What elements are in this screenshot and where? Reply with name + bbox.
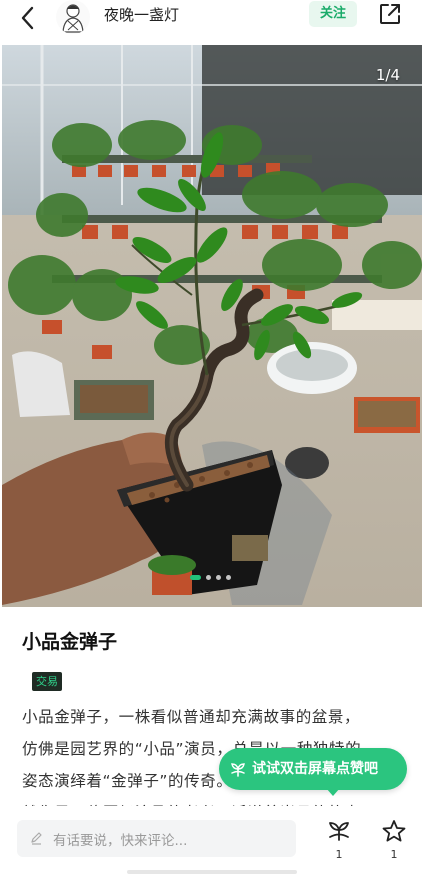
carousel-dot-active[interactable] bbox=[190, 574, 201, 580]
follow-button[interactable]: 关注 bbox=[309, 1, 357, 27]
carousel-dot[interactable] bbox=[216, 574, 221, 580]
carousel-dots bbox=[190, 573, 231, 581]
pen-icon bbox=[31, 832, 42, 845]
category-tag[interactable]: 交易 bbox=[32, 672, 62, 691]
carousel-dot[interactable] bbox=[226, 574, 231, 580]
sprout-icon bbox=[329, 822, 349, 841]
sprout-icon bbox=[231, 763, 245, 777]
post-image[interactable] bbox=[2, 45, 422, 607]
like-count: 1 bbox=[335, 848, 343, 861]
home-indicator bbox=[127, 870, 297, 874]
favorite-button[interactable]: 1 bbox=[377, 818, 411, 861]
back-arrow-icon bbox=[21, 6, 34, 30]
tooltip-pointer bbox=[326, 788, 340, 796]
star-icon bbox=[382, 820, 406, 842]
share-button[interactable] bbox=[378, 2, 402, 26]
double-tap-like-tooltip: 试试双击屏幕点赞吧 bbox=[219, 748, 407, 790]
author-avatar[interactable] bbox=[56, 0, 90, 34]
post-body-line: 小品金弹子，一株看似普通却充满故事的盆景， bbox=[22, 708, 361, 726]
tooltip-text: 试试双击屏幕点赞吧 bbox=[252, 761, 378, 777]
back-button[interactable] bbox=[14, 4, 42, 32]
image-page-indicator: 1/4 bbox=[375, 66, 400, 84]
post-title: 小品金弹子 bbox=[22, 631, 118, 653]
carousel-dot[interactable] bbox=[206, 574, 211, 580]
comment-input[interactable]: 有话要说，快来评论... bbox=[17, 820, 296, 857]
like-button[interactable]: 1 bbox=[322, 818, 356, 861]
author-name[interactable]: 夜晚一盏灯 bbox=[104, 5, 179, 25]
bottom-action-bar: 有话要说，快来评论... 1 1 bbox=[0, 806, 426, 874]
favorite-count: 1 bbox=[390, 848, 398, 861]
share-icon bbox=[380, 4, 400, 24]
comment-placeholder: 有话要说，快来评论... bbox=[53, 833, 188, 849]
top-navigation-bar: 夜晚一盏灯 关注 bbox=[0, 0, 426, 44]
